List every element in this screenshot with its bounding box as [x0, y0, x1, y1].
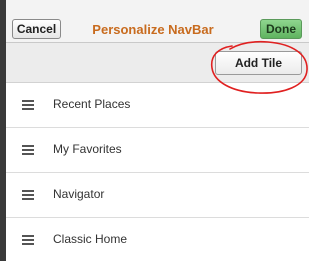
- list-item[interactable]: Navigator: [6, 173, 309, 218]
- navbar-tile-list: Recent Places My Favorites Navigator Cla…: [6, 83, 309, 262]
- drag-handle-icon[interactable]: [22, 190, 34, 201]
- cancel-button[interactable]: Cancel: [12, 19, 61, 39]
- list-item[interactable]: Classic Home: [6, 218, 309, 262]
- drag-handle-icon[interactable]: [22, 100, 34, 111]
- drag-handle-icon[interactable]: [22, 145, 34, 156]
- page-title: Personalize NavBar: [92, 22, 214, 37]
- list-item[interactable]: Recent Places: [6, 83, 309, 128]
- personalize-navbar-panel: Cancel Personalize NavBar Done Add Tile …: [6, 0, 309, 261]
- drag-handle-icon[interactable]: [22, 235, 34, 246]
- list-item-label: My Favorites: [53, 142, 122, 156]
- list-item-label: Recent Places: [53, 97, 131, 111]
- done-button[interactable]: Done: [260, 19, 302, 39]
- header-bar: Cancel Personalize NavBar Done: [6, 0, 309, 43]
- toolbar: Add Tile: [6, 43, 309, 83]
- list-item-label: Classic Home: [53, 232, 128, 246]
- add-tile-button[interactable]: Add Tile: [215, 51, 302, 75]
- list-item[interactable]: My Favorites: [6, 128, 309, 173]
- list-item-label: Navigator: [53, 187, 105, 201]
